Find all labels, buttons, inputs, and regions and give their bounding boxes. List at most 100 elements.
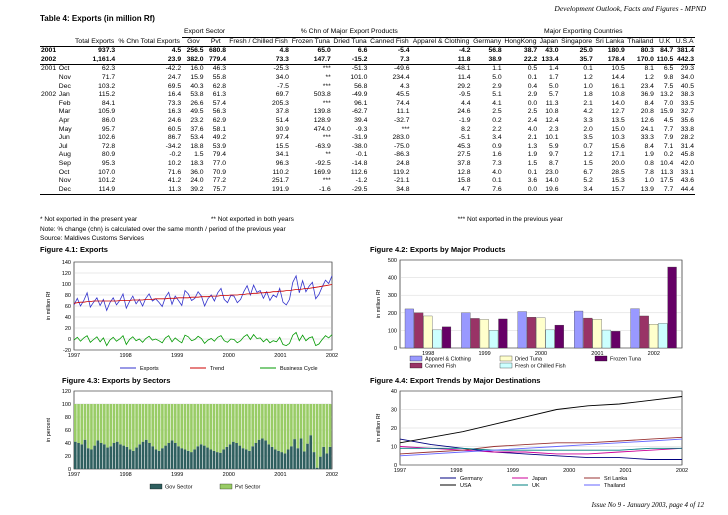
bar-pvt	[83, 404, 87, 440]
table-row: Feb 84.1 73.3 26.6 57.4 205.3 *** 96.1 74.4 4.4 4.…	[40, 100, 695, 109]
bar-gov	[270, 446, 274, 469]
table-cell: 0.9	[492, 142, 502, 150]
bar-gov	[225, 446, 229, 469]
table-cell: 1.5	[194, 151, 204, 159]
bar-gov	[80, 444, 84, 469]
legend-label: Pvt Sector	[235, 485, 261, 491]
bar-pvt	[99, 404, 103, 443]
table-cell: 4.2	[583, 108, 593, 116]
table-cell: 17.1	[611, 151, 625, 159]
table-cell: 1.5	[527, 159, 538, 167]
table-cell: 24.7	[167, 73, 182, 81]
table-cell: 114.9	[98, 185, 116, 193]
x-tick-label: 2002	[676, 468, 688, 474]
cell-year	[40, 100, 58, 109]
bar-pvt	[135, 404, 138, 448]
bar-gov	[183, 449, 187, 469]
table-cell: 36.9	[640, 91, 654, 99]
table-cell: 382.0	[186, 55, 204, 63]
bar-pvt	[177, 404, 180, 447]
table-cell: 11.4	[457, 73, 471, 81]
x-tick-label: 2000	[223, 472, 235, 478]
table-cell: -9.5	[458, 91, 471, 99]
table-cell: 4.0	[527, 125, 538, 133]
table-cell: 71.6	[167, 168, 182, 176]
bar	[630, 308, 640, 349]
bar-gov	[296, 448, 300, 469]
table-cell: 10.3	[611, 134, 625, 142]
table-cell: 53.8	[190, 91, 204, 99]
bar	[554, 324, 564, 349]
cell-month: Aug	[58, 151, 71, 159]
table-cell: 38.3	[680, 91, 694, 99]
bar-gov	[74, 441, 77, 469]
table-cell: 7.8	[644, 168, 654, 176]
table-cell: 0.0	[527, 185, 538, 193]
y-tick-label: 80	[65, 415, 71, 421]
table-cell: 23.2	[190, 116, 204, 124]
table-cell: 9.7	[549, 151, 559, 159]
y-tick-label: 40	[391, 389, 397, 395]
bar-gov	[90, 449, 93, 469]
table-cell: 1.1	[492, 65, 502, 73]
x-tick-label: 2000	[223, 353, 235, 359]
table-cell: 28.2	[680, 134, 694, 142]
bar-gov	[215, 452, 219, 469]
y-tick-label: 100	[62, 402, 71, 408]
cell-year	[40, 143, 58, 152]
table-cell: 11.3	[168, 185, 182, 193]
bar-gov	[186, 450, 190, 469]
table-cell: -63.9	[315, 142, 331, 150]
bar-gov	[254, 443, 258, 469]
table-cell: 0.7	[583, 142, 593, 150]
bar-pvt	[103, 404, 106, 445]
table-cell: 49.5	[190, 108, 204, 116]
x-tick-label: 1997	[394, 468, 406, 474]
table-cell: 1.4	[549, 65, 559, 73]
bar-pvt	[164, 404, 167, 446]
header-year	[40, 37, 58, 47]
table-cell: 96.3	[275, 159, 289, 167]
bar-pvt	[225, 404, 229, 447]
bar-gov	[128, 449, 132, 469]
table-cell: 79.4	[212, 151, 227, 159]
table-cell: 96.1	[354, 99, 368, 107]
table-cell: -1.6	[319, 185, 331, 193]
table-cell: 0.8	[644, 159, 654, 167]
note-not-both: ** Not exported in both years	[210, 216, 294, 223]
table-cell: 20.8	[640, 108, 654, 116]
table-cell: 11.3	[660, 168, 674, 176]
bar-pvt	[128, 404, 132, 450]
table-row: Nov 71.7 24.7 15.9 55.8 34.0 ** 101.0 234.4 11.4 5…	[40, 74, 695, 83]
table-cell: 38.7	[523, 47, 538, 55]
bar-gov	[161, 448, 164, 469]
cell-month: Oct	[58, 168, 70, 176]
y-tick-label: 30	[391, 408, 397, 414]
bar-pvt	[80, 404, 84, 445]
bar-gov	[309, 435, 313, 469]
bar-gov	[96, 440, 100, 469]
bar-pvt	[77, 404, 80, 443]
bar-gov	[164, 445, 167, 469]
column-header: Frozen Tuna	[291, 37, 330, 45]
bar-gov	[209, 449, 213, 469]
x-tick-label: 2001	[619, 468, 631, 474]
table-cell: -5.4	[397, 47, 410, 55]
table-cell: 29.3	[680, 65, 694, 73]
cell-month: Oct	[58, 65, 70, 73]
x-tick-label: 1999	[171, 472, 183, 478]
bar-pvt	[157, 404, 161, 451]
table-cell: 49.2	[212, 134, 227, 142]
bar-pvt	[74, 404, 77, 442]
bar-gov	[219, 452, 222, 469]
cell-year	[40, 186, 58, 195]
table-cell: ***	[401, 125, 410, 133]
bar-pvt	[290, 404, 293, 447]
table-cell: 4.0	[492, 168, 502, 176]
y-tick-label: 120	[62, 389, 71, 395]
y-tick-label: 100	[388, 328, 397, 334]
table-cell: **	[325, 73, 331, 81]
table-cell: 0.4	[527, 82, 538, 90]
table-cell: 73.3	[275, 55, 289, 63]
table-cell: 77.0	[212, 159, 227, 167]
